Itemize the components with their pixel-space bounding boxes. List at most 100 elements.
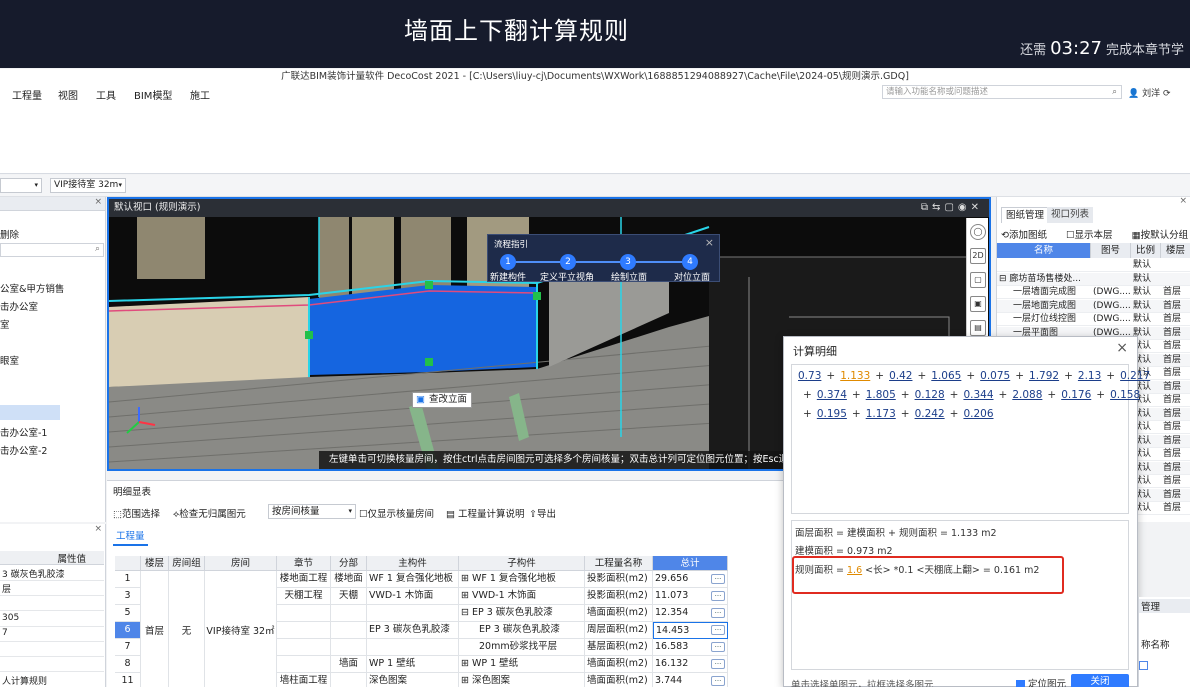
property-row[interactable]: 层: [0, 582, 104, 596]
column-header[interactable]: 楼层: [141, 556, 169, 571]
checkbox[interactable]: [1139, 661, 1148, 670]
orbit-icon[interactable]: ◯: [970, 224, 986, 240]
guide-step-3[interactable]: 3: [620, 254, 636, 270]
guide-step-4[interactable]: 4: [682, 254, 698, 270]
area-value[interactable]: 0.158: [1110, 389, 1140, 401]
list-item[interactable]: 室: [0, 317, 10, 331]
panel-tab[interactable]: 管理: [1139, 599, 1190, 613]
column-header[interactable]: 分部: [331, 556, 367, 571]
column-scale[interactable]: 比例: [1131, 243, 1161, 258]
area-value[interactable]: 0.217: [1120, 370, 1150, 382]
cube-top-icon[interactable]: ▤: [970, 320, 986, 336]
drawing-row[interactable]: ⊟ 廊坊苗场售楼处... 默认: [997, 272, 1190, 286]
close-icon[interactable]: ×: [1179, 196, 1187, 206]
drawing-row[interactable]: 一层灯位线控图 (DWG.... 默认 首层: [997, 313, 1190, 326]
column-header[interactable]: 房间组: [169, 556, 205, 571]
room-select[interactable]: VIP接待室 32m ▾: [50, 178, 126, 193]
cube-side-icon[interactable]: ▣: [970, 296, 986, 312]
property-row[interactable]: 人计算规则: [0, 674, 104, 687]
tab-quantity[interactable]: 工程量: [113, 530, 148, 546]
area-value[interactable]: 0.242: [915, 408, 945, 420]
audit-mode-select[interactable]: 按房间核量 ▾: [268, 504, 356, 519]
tab-drawing-management[interactable]: 图纸管理: [1001, 207, 1050, 223]
guide-step-1[interactable]: 1: [500, 254, 516, 270]
property-row[interactable]: [0, 597, 104, 611]
column-header[interactable]: 工程量名称: [585, 556, 653, 571]
export-button[interactable]: ⇪导出: [529, 506, 556, 520]
area-value[interactable]: 0.344: [963, 389, 993, 401]
area-value[interactable]: 1.805: [866, 389, 896, 401]
menu-quantity[interactable]: 工程量: [12, 87, 42, 102]
property-row[interactable]: 7: [0, 628, 104, 642]
area-value[interactable]: 0.176: [1061, 389, 1091, 401]
list-item[interactable]: 击办公室: [0, 299, 38, 313]
area-value[interactable]: 0.374: [817, 389, 847, 401]
guide-step-2[interactable]: 2: [560, 254, 576, 270]
area-value[interactable]: 0.075: [980, 370, 1010, 382]
area-value[interactable]: 0.73: [798, 370, 821, 382]
room-search-input[interactable]: ⌕: [0, 243, 104, 257]
2d-view-icon[interactable]: 2D: [970, 248, 986, 264]
area-value[interactable]: 1.133: [840, 370, 870, 382]
check-orphan-button[interactable]: ⟡检查无归属图元: [173, 506, 246, 520]
column-name[interactable]: 名称: [997, 243, 1091, 258]
floor-select[interactable]: ▾: [0, 178, 42, 193]
property-row[interactable]: 305: [0, 613, 104, 627]
more-icon[interactable]: ···: [711, 676, 725, 686]
column-header[interactable]: 子构件: [459, 556, 585, 571]
more-icon[interactable]: ···: [711, 642, 725, 652]
area-value[interactable]: 0.206: [963, 408, 993, 420]
column-header[interactable]: 主构件: [367, 556, 459, 571]
close-button[interactable]: 关闭: [1071, 674, 1129, 687]
menu-bim-model[interactable]: BIM模型: [134, 87, 172, 102]
default-group-button[interactable]: ▦按默认分组: [1132, 230, 1190, 241]
close-icon[interactable]: ×: [705, 236, 714, 249]
show-current-floor-checkbox[interactable]: ☐显示本层: [1066, 230, 1121, 241]
user-account[interactable]: 👤 刘洋 ⟳: [1128, 86, 1171, 99]
function-search-input[interactable]: 请输入功能名称或问题描述 ⌕: [882, 85, 1122, 99]
drawing-row[interactable]: 一层地面完成图 (DWG.... 默认 首层: [997, 299, 1190, 313]
property-row[interactable]: 3 碳灰色乳胶漆: [0, 567, 104, 581]
area-value[interactable]: 1.792: [1029, 370, 1059, 382]
change-elevation-button[interactable]: ▣ 查改立面: [412, 392, 473, 408]
area-value[interactable]: 1.173: [866, 408, 896, 420]
menu-tools[interactable]: 工具: [96, 87, 116, 102]
list-item[interactable]: 击办公室-2: [0, 443, 47, 457]
property-row[interactable]: [0, 643, 104, 657]
area-value[interactable]: 1.065: [931, 370, 961, 382]
list-item[interactable]: 公室&甲方销售: [0, 281, 64, 295]
delete-button[interactable]: 删除: [0, 227, 19, 241]
drawing-row[interactable]: 默认: [997, 259, 1190, 272]
more-icon[interactable]: ···: [711, 574, 725, 584]
area-value[interactable]: 0.195: [817, 408, 847, 420]
list-item[interactable]: 眼室: [0, 353, 19, 367]
area-value[interactable]: 0.128: [915, 389, 945, 401]
more-icon[interactable]: ···: [711, 608, 725, 618]
more-icon[interactable]: ···: [711, 625, 725, 635]
range-select-button[interactable]: ⬚范围选择: [113, 506, 160, 520]
locate-element-checkbox[interactable]: 定位图元: [1016, 676, 1066, 687]
viewport-window-icons[interactable]: ⧉⇆▢◉✕: [921, 199, 983, 217]
drawing-row[interactable]: 一层墙面完成图 (DWG.... 默认 首层: [997, 286, 1190, 299]
column-number[interactable]: 图号: [1091, 243, 1131, 258]
property-row[interactable]: [0, 658, 104, 672]
column-header[interactable]: 房间: [205, 556, 277, 571]
close-icon[interactable]: ×: [1116, 340, 1128, 356]
quantity-explanation-button[interactable]: ▤ 工程量计算说明: [446, 506, 525, 520]
cube-icon[interactable]: ▢: [970, 272, 986, 288]
column-header-total[interactable]: 总计: [653, 556, 728, 571]
area-value[interactable]: 2.13: [1078, 370, 1101, 382]
column-floor[interactable]: 楼层: [1161, 243, 1190, 258]
add-drawing-button[interactable]: ⟲添加图纸: [1001, 230, 1055, 241]
menu-view[interactable]: 视图: [58, 87, 78, 102]
only-audited-room-checkbox[interactable]: ☐仅显示核量房间: [359, 506, 434, 520]
close-icon[interactable]: ×: [94, 524, 102, 534]
tab-viewport-list[interactable]: 视口列表: [1047, 207, 1094, 223]
menu-construction[interactable]: 施工: [190, 87, 210, 102]
column-header[interactable]: 章节: [277, 556, 331, 571]
more-icon[interactable]: ···: [711, 659, 725, 669]
list-item[interactable]: 击办公室-1: [0, 425, 47, 439]
area-value[interactable]: 0.42: [889, 370, 912, 382]
more-icon[interactable]: ···: [711, 591, 725, 601]
area-value[interactable]: 2.088: [1012, 389, 1042, 401]
